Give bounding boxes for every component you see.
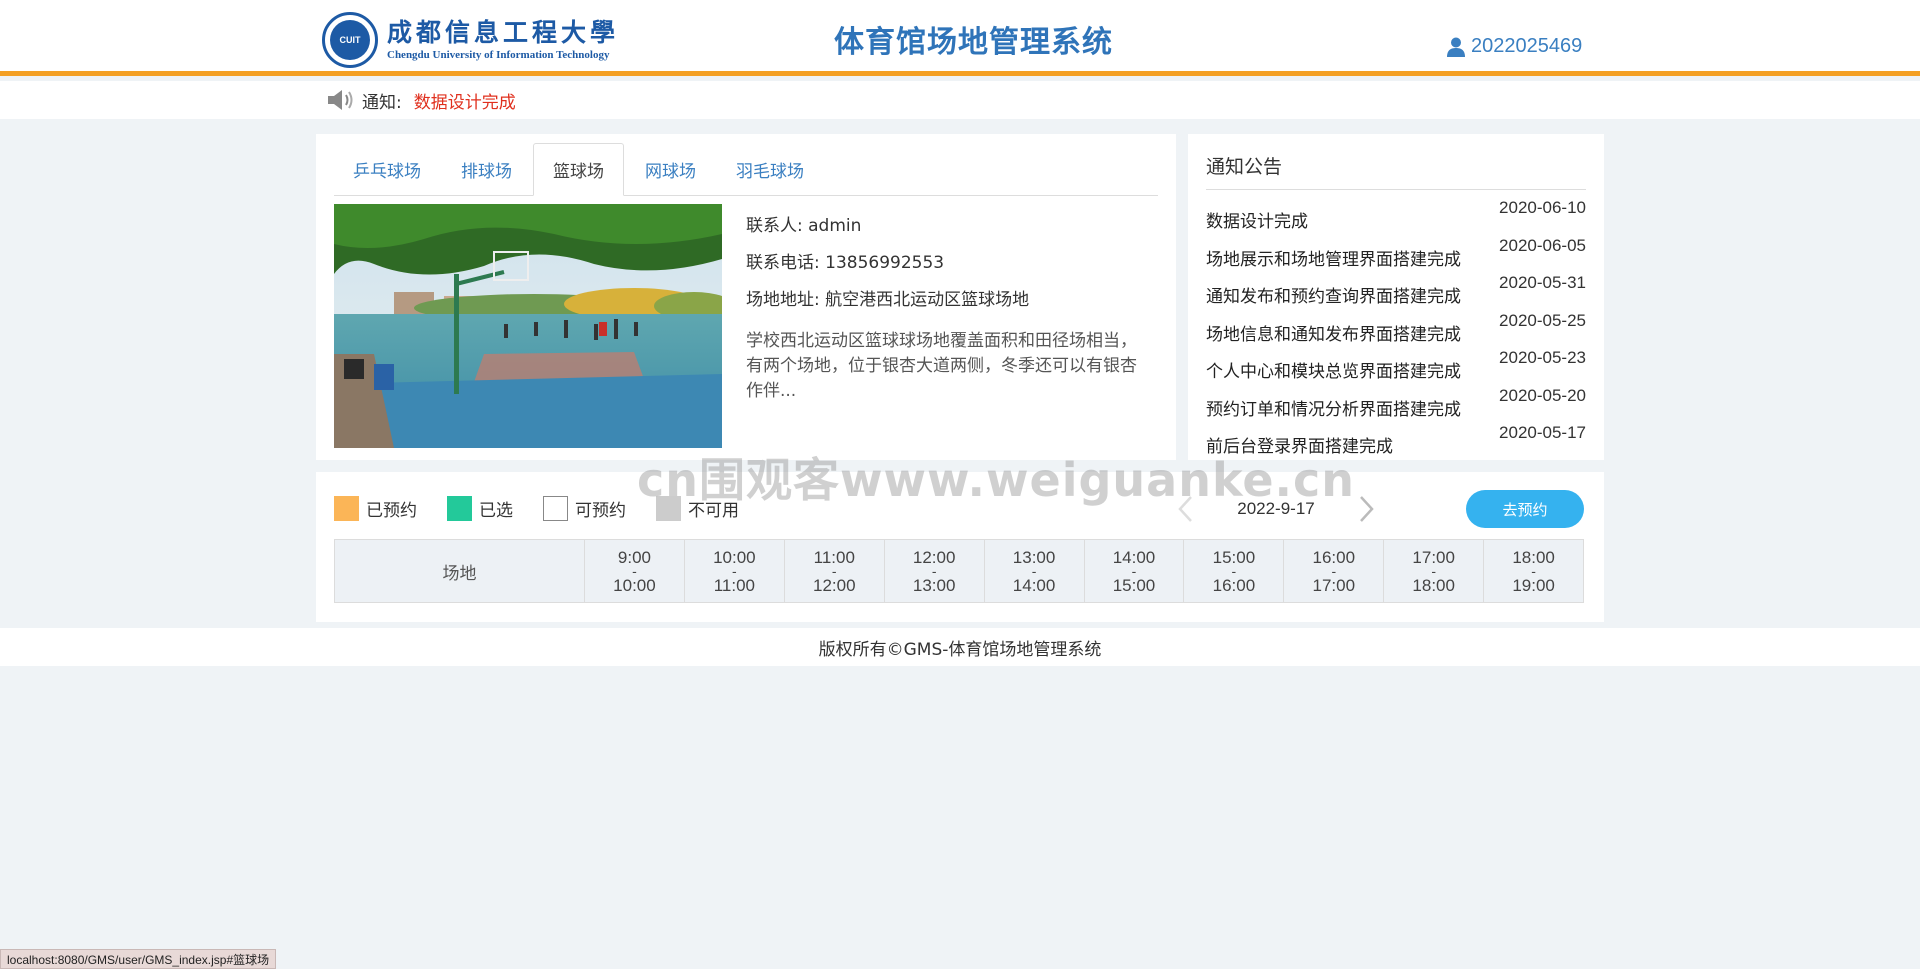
board-title: 通知公告	[1206, 152, 1586, 190]
slot-end: 13:00	[912, 575, 956, 595]
user-icon	[1447, 37, 1465, 57]
board-list: 数据设计完成 2020-06-10 场地展示和场地管理界面搭建完成 2020-0…	[1206, 198, 1586, 460]
notice-date: 2020-06-10	[1499, 198, 1586, 217]
book-button[interactable]: 去预约	[1466, 490, 1584, 528]
notice-bar: 通知: 数据设计完成	[0, 81, 1920, 119]
chevron-right-icon[interactable]	[1356, 495, 1376, 523]
notice-board: 通知公告 数据设计完成 2020-06-10 场地展示和场地管理界面搭建完成 2…	[1188, 134, 1604, 460]
list-item[interactable]: 通知发布和预约查询界面搭建完成 2020-05-31	[1206, 273, 1586, 311]
time-slot-header: 9:00 - 10:00	[585, 540, 685, 602]
venue-contact: 联系人: admin	[746, 216, 862, 236]
legend-label: 可预约	[575, 501, 626, 521]
venue-column-header: 场地	[335, 540, 585, 602]
list-item[interactable]: 场地信息和通知发布界面搭建完成 2020-05-25	[1206, 311, 1586, 349]
time-slot-header: 16:00 - 17:00	[1284, 540, 1385, 602]
notice-message[interactable]: 数据设计完成	[414, 88, 516, 113]
time-slot-header: 11:00 - 12:00	[785, 540, 885, 602]
notice-date: 2020-05-31	[1499, 273, 1586, 292]
notice-date: 2020-06-05	[1499, 235, 1586, 255]
user-account-link[interactable]: 2022025469	[1447, 35, 1582, 58]
notice-date: 2020-05-23	[1499, 348, 1586, 367]
tab-volleyball[interactable]: 排球场	[442, 143, 531, 195]
speaker-icon	[328, 90, 353, 110]
legend-label: 已预约	[366, 501, 417, 521]
slot-end: 18:00	[1412, 575, 1455, 595]
slot-end: 17:00	[1312, 575, 1356, 595]
slot-end: 16:00	[1212, 575, 1256, 595]
status-url: localhost:8080/GMS/user/GMS_index.jsp#篮球…	[7, 952, 270, 967]
tab-badminton[interactable]: 羽毛球场	[717, 143, 823, 195]
time-slot-header: 12:00 - 13:00	[885, 540, 985, 602]
slot-end: 19:00	[1512, 575, 1555, 595]
notice-title[interactable]: 场地信息和通知发布界面搭建完成	[1206, 311, 1461, 349]
notice-date: 2020-05-17	[1499, 423, 1586, 442]
time-slot-header: 18:00 - 19:00	[1484, 540, 1583, 602]
list-item[interactable]: 个人中心和模块总览界面搭建完成 2020-05-23	[1206, 348, 1586, 386]
venue-photo	[334, 204, 722, 448]
notice-date: 2020-05-25	[1499, 310, 1586, 330]
time-slot-header: 10:00 - 11:00	[685, 540, 785, 602]
browser-status-bar: localhost:8080/GMS/user/GMS_index.jsp#篮球…	[0, 949, 277, 969]
time-slot-header: 17:00 - 18:00	[1384, 540, 1485, 602]
time-slot-grid: 场地 9:00 - 10:00 10:00 - 11:00 11:00 - 12…	[334, 539, 1584, 603]
notice-label: 通知:	[362, 92, 402, 113]
booked-swatch	[334, 496, 359, 521]
notice-date: 2020-05-20	[1499, 385, 1586, 405]
notice-title[interactable]: 通知发布和预约查询界面搭建完成	[1206, 273, 1461, 311]
slot-end: 14:00	[1012, 575, 1056, 595]
copyright-text: 版权所有©GMS-体育馆场地管理系统	[818, 639, 1102, 660]
legend-selected: 已选	[447, 496, 513, 521]
university-logo[interactable]: CUIT 成都信息工程大學 Chengdu University of Info…	[322, 11, 632, 69]
time-slot-header: 13:00 - 14:00	[985, 540, 1085, 602]
header: CUIT 成都信息工程大學 Chengdu University of Info…	[0, 0, 1920, 76]
slot-end: 10:00	[613, 575, 656, 595]
time-slot-header: 15:00 - 16:00	[1184, 540, 1285, 602]
venue-description: 学校西北运动区篮球球场地覆盖面积和田径场相当，有两个场地，位于银杏大道两侧，冬季…	[746, 331, 1137, 401]
notice-title[interactable]: 预约订单和情况分析界面搭建完成	[1206, 386, 1461, 424]
tab-basketball[interactable]: 篮球场	[533, 143, 624, 196]
user-id: 2022025469	[1471, 35, 1583, 57]
venue-panel: 乒乓球场 排球场 篮球场 网球场 羽毛球场 联系人: admin 联系电话: 1…	[316, 134, 1176, 460]
available-swatch	[543, 496, 568, 521]
seal-text: CUIT	[339, 35, 361, 45]
university-name-cn: 成都信息工程大學	[387, 18, 620, 47]
list-item[interactable]: 场地展示和场地管理界面搭建完成 2020-06-05	[1206, 236, 1586, 274]
time-slot-header: 14:00 - 15:00	[1085, 540, 1185, 602]
notice-title[interactable]: 数据设计完成	[1206, 198, 1308, 236]
tab-pingpong[interactable]: 乒乓球场	[334, 143, 440, 195]
university-name-en: Chengdu University of Information Techno…	[387, 49, 610, 61]
legend-available: 可预约	[543, 496, 626, 521]
university-seal-icon: CUIT	[322, 12, 378, 68]
tab-tennis[interactable]: 网球场	[626, 143, 715, 195]
venue-address: 场地地址: 航空港西北运动区篮球场地	[746, 290, 1030, 310]
venue-phone: 联系电话: 13856992553	[746, 253, 945, 273]
slot-end: 12:00	[812, 575, 856, 595]
list-item[interactable]: 数据设计完成 2020-06-10	[1206, 198, 1586, 236]
slot-end: 15:00	[1112, 575, 1156, 595]
notice-title[interactable]: 场地展示和场地管理界面搭建完成	[1206, 236, 1461, 274]
legend-booked: 已预约	[334, 496, 417, 521]
notice-title[interactable]: 个人中心和模块总览界面搭建完成	[1206, 348, 1461, 386]
list-item[interactable]: 预约订单和情况分析界面搭建完成 2020-05-20	[1206, 386, 1586, 424]
footer: 版权所有©GMS-体育馆场地管理系统	[0, 628, 1920, 666]
slot-end: 11:00	[713, 575, 755, 595]
watermark: cn围观客www.weiguanke.cn	[637, 453, 1356, 507]
venue-tabs: 乒乓球场 排球场 篮球场 网球场 羽毛球场	[334, 140, 1158, 196]
system-title: 体育馆场地管理系统	[834, 25, 1113, 60]
legend-label: 已选	[479, 501, 513, 521]
selected-swatch	[447, 496, 472, 521]
venue-info: 联系人: admin 联系电话: 13856992553 场地地址: 航空港西北…	[746, 214, 1146, 404]
